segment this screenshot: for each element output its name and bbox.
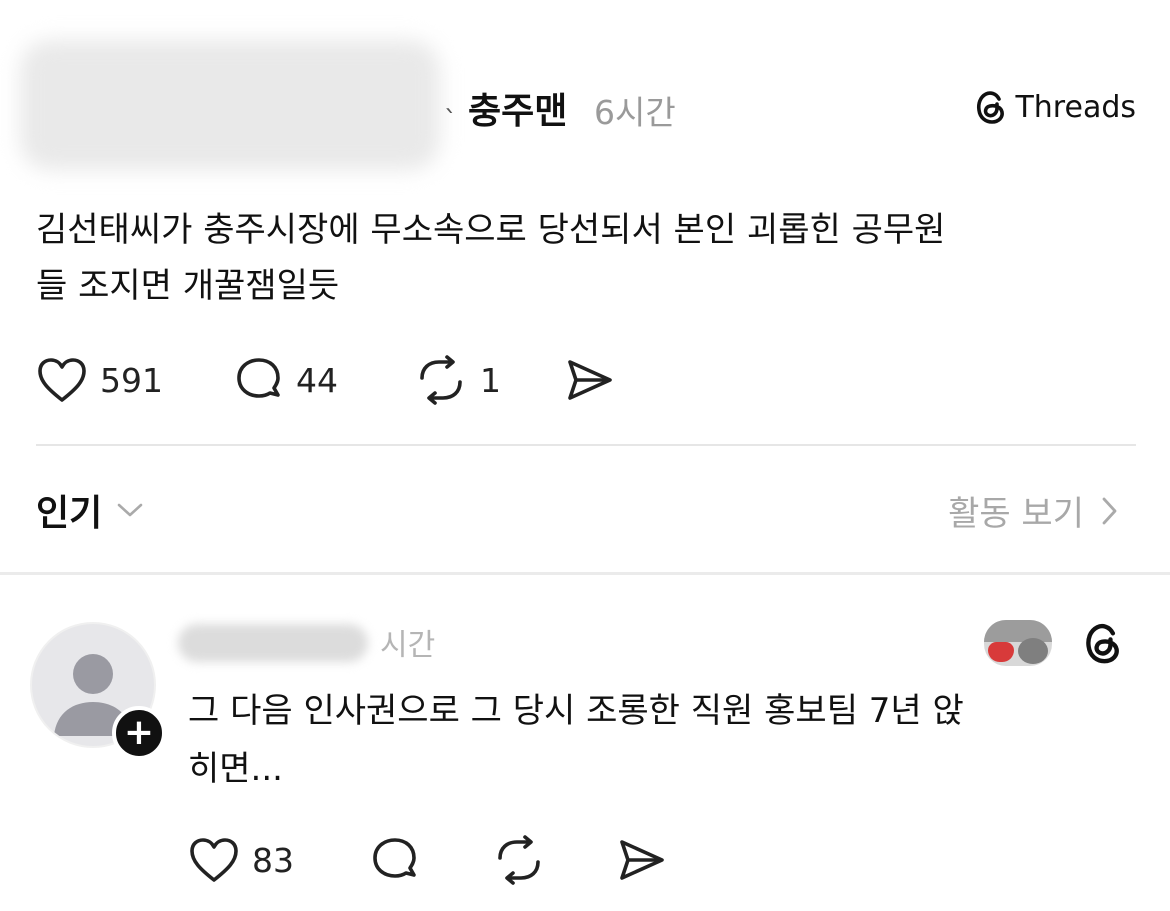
reply-actions: 83 <box>188 834 666 886</box>
threads-logo-icon <box>1086 623 1119 664</box>
reply-text-line: 히면... <box>188 749 283 789</box>
chevron-down-icon <box>117 503 143 517</box>
threads-brand-label: Threads <box>1015 89 1136 125</box>
chevron-right-icon <box>1102 497 1117 524</box>
view-activity-link[interactable]: 활동 보기 <box>948 486 1118 535</box>
post-body: 김선태씨가 충주시장에 무소속으로 당선되서 본인 괴롭힌 공무원 들 조지면 … <box>36 202 1136 314</box>
comment-bubble-icon <box>237 358 280 398</box>
send-icon <box>620 840 664 880</box>
follow-button[interactable]: + <box>112 706 166 760</box>
send-icon <box>568 360 612 400</box>
repost-icon <box>498 835 540 885</box>
post-actions: 591 44 1 <box>36 354 614 406</box>
repost-count: 1 <box>480 360 501 400</box>
like-button[interactable]: 591 <box>36 356 234 404</box>
post-header: ˎ 충주맨 6시간 Threads <box>0 78 1170 138</box>
post-text-line: 김선태씨가 충주시장에 무소속으로 당선되서 본인 괴롭힌 공무원 <box>36 210 946 250</box>
author-separator: ˎ <box>444 84 457 114</box>
reply-like-count: 83 <box>252 840 294 880</box>
reply-body: 그 다음 인사권으로 그 당시 조롱한 직원 홍보팀 7년 앉 히면... <box>188 682 1128 798</box>
threads-logo-icon <box>977 91 1005 124</box>
like-count: 591 <box>100 360 163 400</box>
comment-count: 44 <box>296 360 338 400</box>
sort-dropdown[interactable]: 인기 <box>36 484 144 536</box>
view-activity-label: 활동 보기 <box>948 494 1084 534</box>
repost-button[interactable]: 1 <box>414 354 564 406</box>
reply-time: 시간 <box>380 628 436 663</box>
reply-comment-button[interactable] <box>370 835 492 885</box>
reply-like-button[interactable]: 83 <box>188 836 370 884</box>
reply-share-button[interactable] <box>616 837 666 883</box>
share-button[interactable] <box>564 357 614 403</box>
comment-button[interactable]: 44 <box>234 355 414 405</box>
comment-bubble-icon <box>373 838 416 878</box>
threads-brand: Threads <box>973 88 1136 126</box>
plus-icon: + <box>123 712 155 753</box>
post-time: 6시간 <box>594 93 676 132</box>
post-author[interactable]: 충주맨 <box>468 82 567 134</box>
reply-text-line: 그 다음 인사권으로 그 당시 조롱한 직원 홍보팀 7년 앉 <box>188 691 964 731</box>
heart-icon <box>38 358 86 402</box>
heart-icon <box>190 838 238 882</box>
reply-media-thumbnail[interactable] <box>984 620 1052 666</box>
section-divider <box>0 572 1170 575</box>
reply-threads-button[interactable] <box>1080 620 1124 670</box>
threads-post-page: ˎ 충주맨 6시간 Threads 김선태씨가 충주시장에 무소속으로 당선되서… <box>0 0 1170 911</box>
repost-icon <box>420 355 462 405</box>
sort-label: 인기 <box>36 493 103 534</box>
post-divider <box>36 444 1136 446</box>
post-text-line: 들 조지면 개꿀잼일듯 <box>36 266 340 306</box>
reply-repost-button[interactable] <box>492 834 616 886</box>
redacted-username <box>178 624 368 662</box>
